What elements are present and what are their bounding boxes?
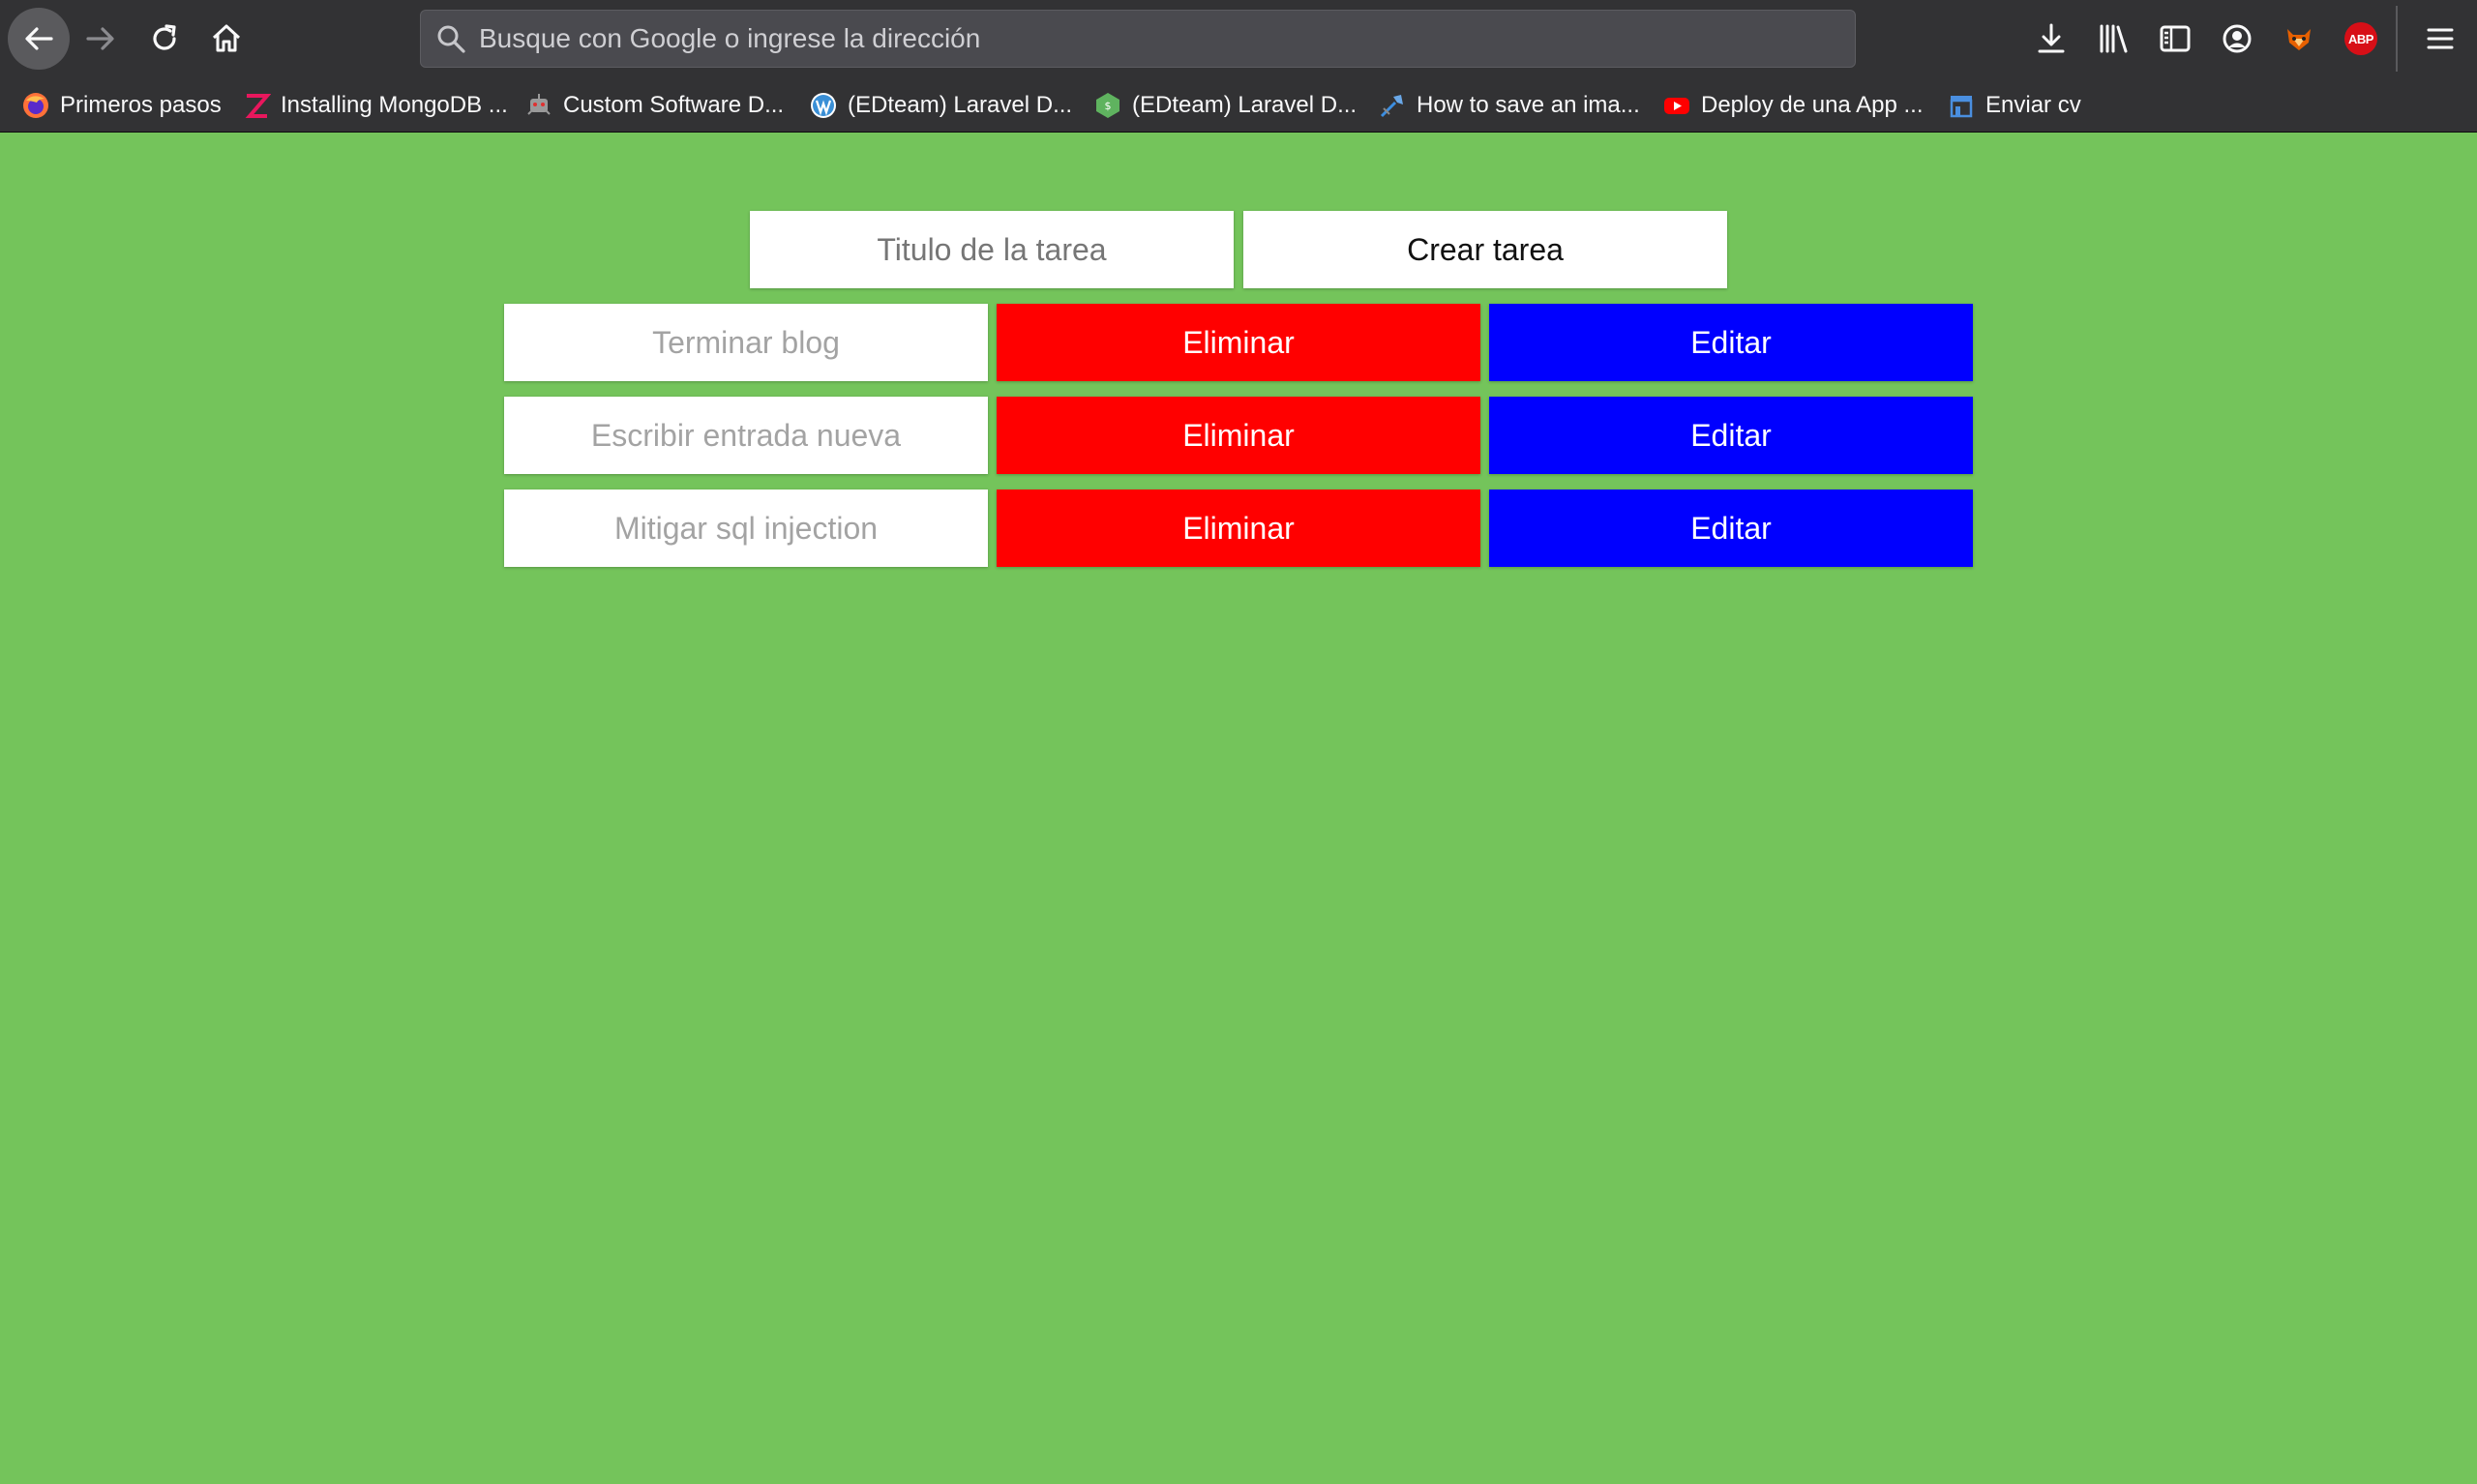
sidebar-button[interactable]: [2154, 17, 2196, 60]
robot-icon: [524, 91, 553, 120]
bookmark-label: How to save an ima...: [1417, 92, 1640, 118]
task-title-text: Terminar blog: [504, 304, 988, 381]
hamburger-menu-icon: [2427, 28, 2454, 49]
reload-button[interactable]: [134, 8, 195, 70]
edit-task-button[interactable]: Editar: [1489, 397, 1973, 474]
adblock-plus-icon: ABP: [2344, 22, 2377, 55]
bookmark-label: Primeros pasos: [60, 92, 222, 118]
task-title-text: Mitigar sql injection: [504, 490, 988, 567]
arrow-right-icon: [86, 27, 114, 50]
task-title-input[interactable]: [750, 211, 1234, 288]
account-icon: [2223, 24, 2252, 53]
task-title-text: Escribir entrada nueva: [504, 397, 988, 474]
browser-chrome: ABP Primeros pasos: [0, 0, 2477, 133]
pen-tool-icon: [1378, 91, 1407, 120]
adblock-plus-label: ABP: [2348, 31, 2373, 46]
wordpress-icon: [809, 91, 838, 120]
bookmark-label: Deploy de una App ...: [1701, 92, 1924, 118]
bookmark-item[interactable]: Enviar cv: [1947, 85, 2081, 126]
youtube-icon: [1662, 91, 1691, 120]
url-bar[interactable]: [420, 10, 1856, 68]
bookmark-label: (EDteam) Laravel D...: [1132, 92, 1358, 118]
bookmark-label: Custom Software D...: [563, 92, 785, 118]
downloads-button[interactable]: [2030, 17, 2073, 60]
adblock-plus-button[interactable]: ABP: [2340, 17, 2382, 60]
edit-task-button[interactable]: Editar: [1489, 304, 1973, 381]
bookmark-item[interactable]: Deploy de una App ...: [1662, 85, 1924, 126]
store-icon: [1947, 91, 1976, 120]
menu-button[interactable]: [2419, 17, 2462, 60]
navigation-toolbar: ABP: [0, 0, 2477, 79]
edit-task-button[interactable]: Editar: [1489, 490, 1973, 567]
delete-task-button[interactable]: Eliminar: [997, 397, 1480, 474]
address-input[interactable]: [479, 11, 1834, 67]
bookmarks-toolbar: Primeros pasos Installing MongoDB ... Cu…: [0, 79, 2477, 133]
toolbar-divider: [2396, 6, 2398, 72]
forward-button[interactable]: [70, 8, 132, 70]
bookmark-item[interactable]: Installing MongoDB ...: [242, 85, 508, 126]
shopify-hex-icon: $: [1093, 91, 1122, 120]
bookmark-item[interactable]: $ (EDteam) Laravel D...: [1093, 85, 1357, 126]
download-icon: [2038, 23, 2065, 53]
bookmark-item[interactable]: (EDteam) Laravel D...: [809, 85, 1072, 126]
zoom-z-icon: [242, 91, 271, 120]
delete-task-button[interactable]: Eliminar: [997, 304, 1480, 381]
bookmark-label: (EDteam) Laravel D...: [848, 92, 1073, 118]
library-icon: [2100, 24, 2128, 53]
reload-icon: [153, 24, 176, 50]
svg-text:$: $: [1105, 100, 1112, 112]
bookmark-label: Installing MongoDB ...: [281, 92, 508, 118]
bookmark-item[interactable]: How to save an ima...: [1378, 85, 1640, 126]
arrow-left-icon: [25, 27, 53, 50]
back-button[interactable]: [8, 8, 70, 70]
sidebar-icon: [2160, 25, 2191, 52]
extension-button[interactable]: [2278, 17, 2320, 60]
page-content: Crear tarea Terminar blog Eliminar Edita…: [0, 134, 2477, 1484]
fox-extension-icon: [2287, 29, 2311, 50]
search-icon: [437, 25, 465, 53]
bookmark-label: Enviar cv: [1985, 92, 2081, 118]
create-task-button[interactable]: Crear tarea: [1243, 211, 1727, 288]
home-button[interactable]: [195, 8, 257, 70]
bookmark-item[interactable]: Primeros pasos: [21, 85, 222, 126]
library-button[interactable]: [2092, 17, 2134, 60]
account-button[interactable]: [2216, 17, 2258, 60]
home-icon: [212, 24, 241, 52]
delete-task-button[interactable]: Eliminar: [997, 490, 1480, 567]
firefox-icon: [21, 91, 50, 120]
bookmark-item[interactable]: Custom Software D...: [524, 85, 784, 126]
